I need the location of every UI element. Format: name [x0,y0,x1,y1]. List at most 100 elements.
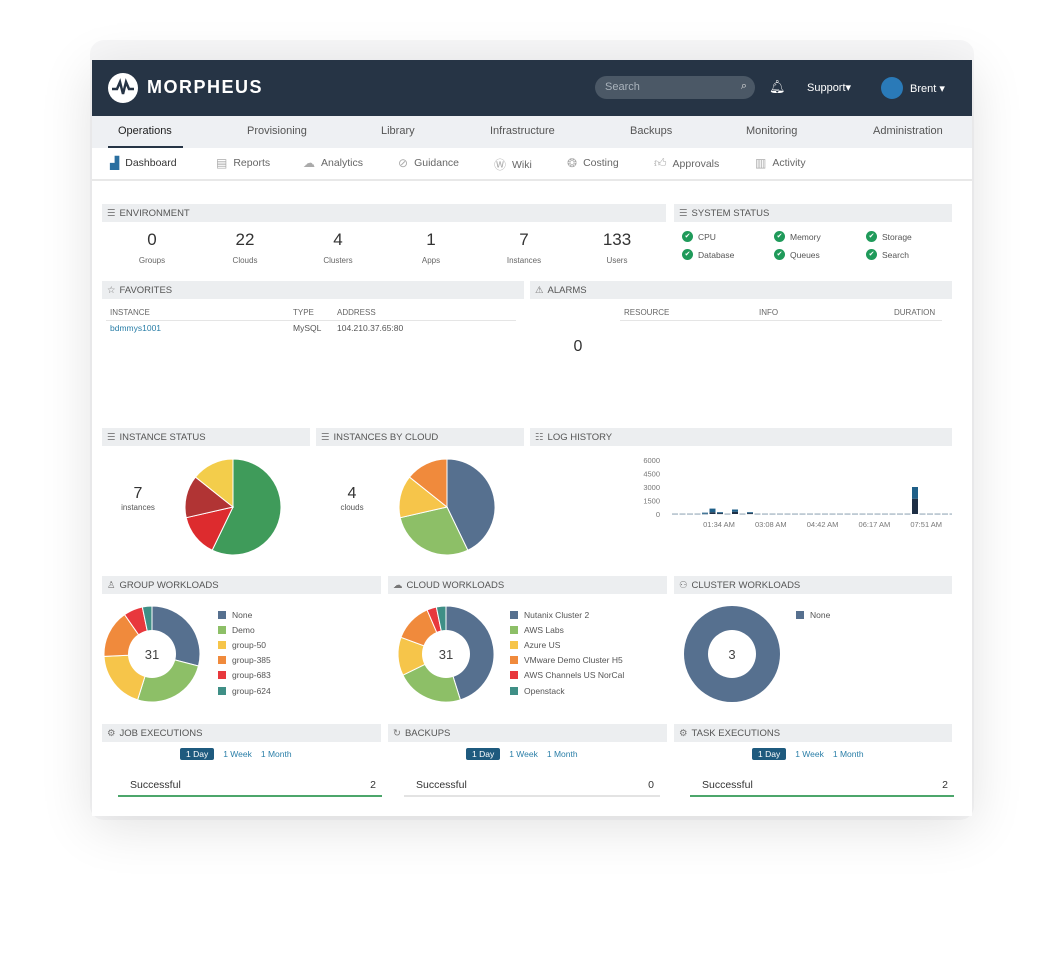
subnav-guidance[interactable]: ⊘ Guidance [398,156,459,170]
log-bar[interactable] [769,513,776,515]
section-title: Task Executions [691,728,781,739]
log-bar[interactable] [717,512,723,514]
morpheus-logo-icon[interactable] [108,73,138,103]
avatar[interactable] [881,77,903,99]
subnav-costing[interactable]: ❂ Costing [567,156,619,170]
log-bar[interactable] [717,513,723,515]
log-bar[interactable] [732,511,738,514]
legend-item[interactable]: Openstack [510,683,624,698]
log-bar[interactable] [792,513,798,515]
env-stat-clusters[interactable]: 4 Clusters [308,230,368,268]
range-tab-1-week[interactable]: 1 Week [795,749,824,759]
log-bar[interactable] [844,513,851,515]
tab-monitoring[interactable]: Monitoring [746,125,797,137]
range-tab-1-month[interactable]: 1 Month [547,749,578,759]
range-tab-1-week[interactable]: 1 Week [223,749,252,759]
legend-item[interactable]: group-683 [218,668,271,683]
log-bar[interactable] [777,513,783,515]
log-bar[interactable] [859,513,866,515]
env-stat-groups[interactable]: 0 Groups [122,230,182,268]
tab-infrastructure[interactable]: Infrastructure [490,125,555,137]
log-bar[interactable] [702,512,708,514]
log-bar[interactable] [837,513,843,515]
log-bar[interactable] [807,513,813,515]
log-bar[interactable] [784,513,791,515]
log-bar[interactable] [739,513,746,515]
range-tab-1-day[interactable]: 1 Day [752,748,787,760]
log-bar[interactable] [882,513,888,515]
x-tick-label: 06:17 AM [859,520,891,529]
env-stat-users[interactable]: 133 Users [587,230,647,268]
successful-label: Successful [416,779,467,791]
subnav-reports[interactable]: ▤ Reports [216,156,270,170]
env-stat-clouds[interactable]: 22 Clouds [215,230,275,268]
log-bar[interactable] [709,512,716,514]
log-bar[interactable] [889,513,896,515]
subnav-dashboard[interactable]: ▟ Dashboard [110,156,177,170]
log-bar[interactable] [747,513,753,515]
log-bar[interactable] [897,513,903,515]
log-bar[interactable] [934,513,941,515]
env-stat-instances[interactable]: 7 Instances [494,230,554,268]
log-bar[interactable] [762,513,768,515]
log-bar[interactable] [747,512,753,514]
legend-item[interactable]: VMware Demo Cluster H5 [510,653,624,668]
legend-item[interactable]: AWS Channels US NorCal [510,668,624,683]
log-bar[interactable] [672,513,678,515]
log-bar[interactable] [904,513,911,515]
log-bar[interactable] [822,513,828,515]
log-bar[interactable] [912,487,918,499]
log-bar[interactable] [814,513,821,515]
tab-library[interactable]: Library [381,125,415,137]
legend-item[interactable]: Azure US [510,637,624,652]
log-bar[interactable] [912,498,918,514]
log-bar[interactable] [754,513,761,515]
bell-icon[interactable]: 🔔︎ [769,79,786,95]
user-menu[interactable]: Brent ▾ [910,82,945,95]
group-workloads-legend: None Demo group-50 group-385 group-683 group-… [218,607,271,698]
log-bar[interactable] [942,513,948,515]
favorite-instance-link[interactable]: bdmmys1001 [110,323,161,333]
log-bar[interactable] [919,513,926,515]
subnav-activity[interactable]: ▥ Activity [755,156,806,170]
search-icon[interactable]: ⌕ [741,80,747,93]
log-bar[interactable] [687,513,693,515]
log-bar[interactable] [694,513,701,515]
range-tab-1-day[interactable]: 1 Day [180,748,215,760]
log-bar[interactable] [702,513,708,515]
log-bar[interactable] [852,513,858,515]
range-tab-1-week[interactable]: 1 Week [509,749,538,759]
tab-backups[interactable]: Backups [630,125,672,137]
log-bar[interactable] [732,509,738,512]
log-bar[interactable] [799,513,806,515]
search-input[interactable]: Search ⌕ [595,76,755,99]
log-bar[interactable] [724,513,731,515]
range-tab-1-day[interactable]: 1 Day [466,748,501,760]
tab-provisioning[interactable]: Provisioning [247,125,307,137]
status-label: Memory [790,231,821,242]
legend-item[interactable]: Demo [218,622,271,637]
legend-item[interactable]: None [218,607,271,622]
log-bar[interactable] [874,513,881,515]
tab-operations[interactable]: Operations [118,125,172,137]
range-tab-1-month[interactable]: 1 Month [261,749,292,759]
legend-item[interactable]: group-624 [218,683,271,698]
log-bar[interactable] [867,513,873,515]
subnav-analytics[interactable]: ☁ Analytics [303,156,363,170]
log-bar[interactable] [709,508,716,513]
legend-item[interactable]: None [796,607,830,622]
env-stat-apps[interactable]: 1 Apps [401,230,461,268]
subnav-approvals[interactable]: 👍︎ Approvals [654,156,719,171]
log-bar[interactable] [679,513,686,515]
log-bar[interactable] [927,513,933,515]
legend-item[interactable]: group-50 [218,637,271,652]
tab-administration[interactable]: Administration [873,125,943,137]
subnav-wiki[interactable]: Ⓦ Wiki [494,156,532,173]
legend-item[interactable]: group-385 [218,653,271,668]
log-bar[interactable] [949,513,953,515]
range-tab-1-month[interactable]: 1 Month [833,749,864,759]
log-bar[interactable] [829,513,836,515]
legend-item[interactable]: Nutanix Cluster 2 [510,607,624,622]
legend-item[interactable]: AWS Labs [510,622,624,637]
support-menu[interactable]: Support▾ [807,81,851,94]
